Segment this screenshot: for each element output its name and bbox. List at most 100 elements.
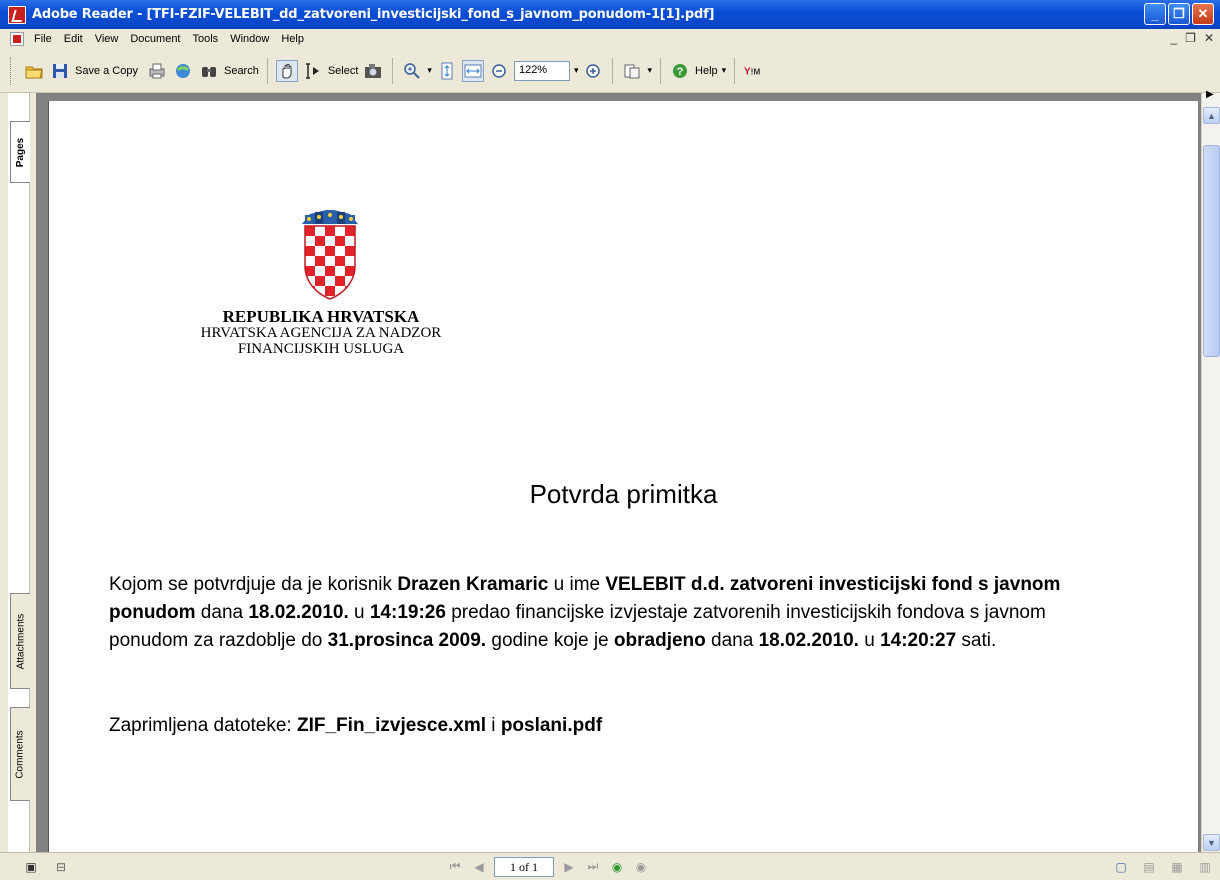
svg-text:?: ? <box>677 66 684 78</box>
scroll-thumb[interactable] <box>1203 145 1220 357</box>
document-viewport[interactable]: REPUBLIKA HRVATSKA HRVATSKA AGENCIJA ZA … <box>36 93 1201 861</box>
agency-name-line2: FINANCIJSKIH USLUGA <box>237 341 405 357</box>
options-arrow-icon[interactable]: ▶ <box>1206 89 1214 100</box>
yahoo-toolbar-icon[interactable]: Y !M <box>743 60 765 82</box>
processed-time: 14:20:27 <box>880 630 957 651</box>
submission-time: 14:19:26 <box>369 602 446 623</box>
fit-width-icon[interactable] <box>461 59 484 82</box>
adobe-reader-icon <box>8 5 26 24</box>
menu-document[interactable]: Document <box>124 33 186 45</box>
document-window-controls: _ ❐ ✕ <box>1170 31 1214 45</box>
search-binoculars-icon[interactable] <box>198 60 220 82</box>
actual-size-icon[interactable] <box>436 60 458 82</box>
zoom-level-dropdown[interactable]: ▾ <box>574 65 579 76</box>
menu-window[interactable]: Window <box>224 33 275 45</box>
last-page-icon[interactable]: ⏭ <box>584 858 602 876</box>
page-number-field[interactable]: 1 of 1 <box>494 856 554 877</box>
first-page-icon[interactable]: ⏮ <box>446 858 464 876</box>
agency-name-line1: HRVATSKA AGENCIJA ZA NADZOR <box>200 325 442 341</box>
document-title: Potvrda primitka <box>529 479 718 509</box>
processed-date: 18.02.2010. <box>758 630 859 651</box>
window-controls: _ ❐ ✕ <box>1144 3 1214 25</box>
toolbar-separator <box>612 57 614 84</box>
page-thumbnail-icon[interactable]: ⊟ <box>52 858 70 876</box>
snapshot-camera-icon[interactable] <box>362 60 384 82</box>
monitor-icon[interactable]: ▣ <box>22 858 40 876</box>
coat-of-arms-emblem <box>302 210 358 300</box>
vertical-scrollbar[interactable]: ▶ ▲ ▼ <box>1201 89 1220 852</box>
menu-bar: File Edit View Document Tools Window Hel… <box>0 29 1220 49</box>
hand-tool-icon[interactable] <box>275 59 298 82</box>
pdf-page: REPUBLIKA HRVATSKA HRVATSKA AGENCIJA ZA … <box>48 101 1198 861</box>
minimize-button[interactable]: _ <box>1144 3 1166 25</box>
zoom-level-input[interactable]: 122% <box>513 60 570 81</box>
help-icon[interactable]: ? <box>669 60 691 82</box>
rotate-view-dropdown[interactable]: ▾ <box>647 65 652 76</box>
close-button[interactable]: ✕ <box>1192 3 1214 25</box>
received-files-line: Zaprimljena datoteke: ZIF_Fin_izvjesce.x… <box>109 715 603 736</box>
zoom-in-icon[interactable] <box>582 60 604 82</box>
navigation-pane: Pages Attachments Comments <box>0 93 36 852</box>
print-icon[interactable] <box>146 60 168 82</box>
title-bar: Adobe Reader - [TFI-FZIF-VELEBIT_dd_zatv… <box>0 0 1220 29</box>
tab-pages[interactable]: Pages <box>10 121 30 183</box>
toolbar-separator <box>660 57 662 84</box>
next-page-icon[interactable]: ▶ <box>560 858 578 876</box>
go-forward-icon[interactable]: ◉ <box>632 858 650 876</box>
menu-help[interactable]: Help <box>275 33 310 45</box>
tab-comments-label: Comments <box>15 729 27 779</box>
svg-text:!M: !M <box>751 66 761 76</box>
tab-comments[interactable]: Comments <box>10 707 30 801</box>
tab-attachments[interactable]: Attachments <box>10 593 30 689</box>
doc-minimize-button[interactable]: _ <box>1170 31 1177 45</box>
help-button[interactable]: Help <box>695 65 718 77</box>
save-icon[interactable] <box>49 60 71 82</box>
scroll-up-arrow-icon[interactable]: ▲ <box>1203 107 1220 124</box>
document-icon[interactable] <box>10 32 24 46</box>
select-button[interactable]: Select <box>328 65 359 77</box>
menu-file[interactable]: File <box>28 33 58 45</box>
confirmation-paragraph: Kojom se potvrdjuje da je korisnik Draze… <box>109 574 1061 651</box>
toolbar-separator <box>734 57 736 84</box>
maximize-button[interactable]: ❐ <box>1168 3 1190 25</box>
menu-view[interactable]: View <box>89 33 125 45</box>
search-button[interactable]: Search <box>224 65 259 77</box>
menu-edit[interactable]: Edit <box>58 33 89 45</box>
reporting-period: 31.prosinca 2009. <box>327 630 487 651</box>
zoom-out-icon[interactable] <box>488 60 510 82</box>
continuous-layout-icon[interactable]: ▤ <box>1140 858 1158 876</box>
zoom-tool-dropdown[interactable]: ▾ <box>427 65 432 76</box>
doc-close-button[interactable]: ✕ <box>1204 31 1214 45</box>
tab-pages-label: Pages <box>15 137 26 167</box>
single-page-layout-icon[interactable]: ▢ <box>1112 858 1130 876</box>
toolbar-grip[interactable] <box>10 56 13 85</box>
save-copy-button[interactable]: Save a Copy <box>75 65 138 77</box>
email-icon[interactable] <box>172 60 194 82</box>
received-file-xml: ZIF_Fin_izvjesce.xml <box>297 715 487 736</box>
page-layout-buttons: ▢ ▤ ▦ ▥ <box>1112 858 1214 876</box>
previous-page-icon[interactable]: ◀ <box>470 858 488 876</box>
toolbar-separator <box>266 57 268 84</box>
status-bar: ▣ ⊟ ⏮ ◀ 1 of 1 ▶ ⏭ ◉ ◉ ▢ ▤ ▦ ▥ <box>0 852 1220 880</box>
window-title: Adobe Reader - [TFI-FZIF-VELEBIT_dd_zatv… <box>32 7 715 22</box>
rotate-view-icon[interactable] <box>621 60 643 82</box>
doc-restore-button[interactable]: ❐ <box>1185 31 1196 45</box>
submission-date: 18.02.2010. <box>248 602 349 623</box>
issuer-name: REPUBLIKA HRVATSKA <box>222 307 420 326</box>
open-folder-icon[interactable] <box>23 60 45 82</box>
user-name: Drazen Kramaric <box>397 574 549 595</box>
received-file-pdf: poslani.pdf <box>500 715 603 736</box>
menu-tools[interactable]: Tools <box>187 33 225 45</box>
continuous-facing-layout-icon[interactable]: ▦ <box>1168 858 1186 876</box>
help-dropdown[interactable]: ▾ <box>722 65 727 76</box>
go-back-icon[interactable]: ◉ <box>608 858 626 876</box>
toolbar-separator <box>392 57 394 84</box>
toolbar: Save a Copy Search Select ▾ 122% ▾ ▾ ? H… <box>0 49 1220 93</box>
zoom-in-tool-icon[interactable] <box>401 60 423 82</box>
tab-attachments-label: Attachments <box>15 613 26 669</box>
scroll-down-arrow-icon[interactable]: ▼ <box>1203 834 1220 851</box>
facing-layout-icon[interactable]: ▥ <box>1196 858 1214 876</box>
issuer-header: REPUBLIKA HRVATSKA HRVATSKA AGENCIJA ZA … <box>161 307 481 357</box>
select-text-icon[interactable] <box>302 60 324 82</box>
page-navigation: ⏮ ◀ 1 of 1 ▶ ⏭ ◉ ◉ <box>446 856 650 877</box>
